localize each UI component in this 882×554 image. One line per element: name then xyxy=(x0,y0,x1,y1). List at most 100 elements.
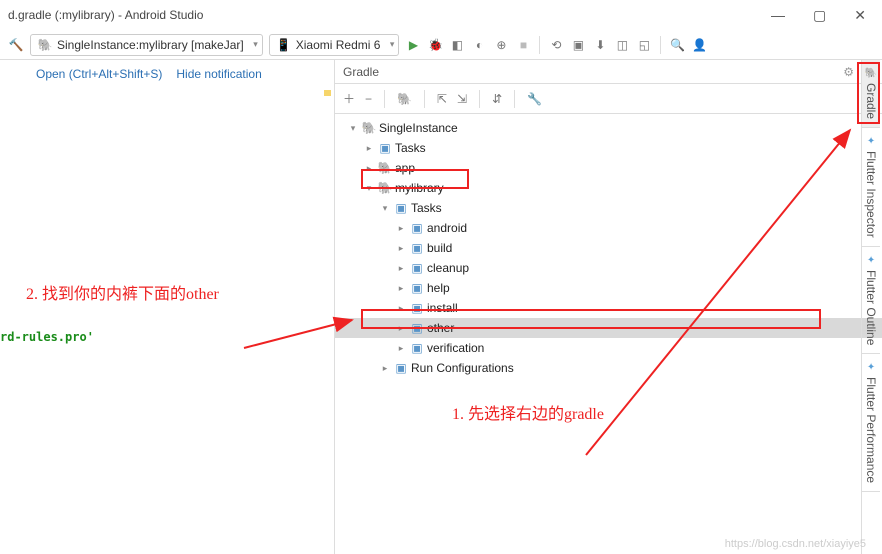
tree-node-label: app xyxy=(395,161,415,175)
gradle-toolbar: ＋ − 🐘 ⇱ ⇲ ⇵ 🔧 xyxy=(335,84,882,114)
wrench-icon[interactable]: 🔧 xyxy=(527,92,542,106)
tree-node-label: Run Configurations xyxy=(411,361,514,375)
separator xyxy=(660,36,661,54)
folder-icon: ▣ xyxy=(409,261,425,275)
tree-node[interactable]: ▸▣cleanup xyxy=(335,258,882,278)
tree-node-label: cleanup xyxy=(427,261,469,275)
close-icon[interactable]: ✕ xyxy=(854,7,866,24)
folder-icon: ▣ xyxy=(393,361,409,375)
tree-node-label: install xyxy=(427,301,458,315)
run-config-selector[interactable]: 🐘 SingleInstance:mylibrary [makeJar] xyxy=(30,34,263,56)
attach-icon[interactable]: ⊕ xyxy=(493,37,509,53)
maximize-icon[interactable]: ▢ xyxy=(813,7,826,24)
build-icon[interactable]: 🔨 xyxy=(8,37,24,53)
tree-root[interactable]: ▾ 🐘 SingleInstance xyxy=(335,118,882,138)
gradle-elephant-icon: 🐘 xyxy=(865,68,877,79)
run-icon[interactable]: ▶ xyxy=(405,37,421,53)
window-title: d.gradle (:mylibrary) - Android Studio xyxy=(8,8,771,22)
flutter-icon: ✦ xyxy=(867,255,875,266)
chevron-right-icon[interactable]: ▸ xyxy=(363,143,375,154)
gradle-elephant-icon: 🐘 xyxy=(361,121,377,135)
chevron-right-icon[interactable]: ▸ xyxy=(395,343,407,354)
tree-node[interactable]: ▸▣Tasks xyxy=(335,138,882,158)
layout-icon[interactable]: ◱ xyxy=(636,37,652,53)
device-icon: 📱 xyxy=(276,37,292,53)
gradle-elephant-icon: 🐘 xyxy=(37,37,53,53)
expand-icon[interactable]: ⇱ xyxy=(437,92,447,106)
tree-node[interactable]: ▸▣android xyxy=(335,218,882,238)
tree-node[interactable]: ▸🐘app xyxy=(335,158,882,178)
hide-notification-link[interactable]: Hide notification xyxy=(176,67,261,81)
profile-icon[interactable]: ◧ xyxy=(449,37,465,53)
notification-bar: Open (Ctrl+Alt+Shift+S) Hide notificatio… xyxy=(0,60,334,88)
device-label: Xiaomi Redmi 6 xyxy=(296,38,381,52)
title-bar: d.gradle (:mylibrary) - Android Studio —… xyxy=(0,0,882,30)
tree-node[interactable]: ▸▣build xyxy=(335,238,882,258)
tab-flutter-performance[interactable]: ✦Flutter Performance xyxy=(862,354,880,492)
chevron-right-icon[interactable]: ▸ xyxy=(395,283,407,294)
gradle-elephant-icon: 🐘 xyxy=(377,181,393,195)
chevron-right-icon[interactable]: ▸ xyxy=(395,323,407,334)
coverage-icon[interactable]: ◐ xyxy=(471,37,487,53)
gradle-tree[interactable]: ▾ 🐘 SingleInstance ▸▣Tasks▸🐘app▾🐘mylibra… xyxy=(335,114,882,382)
tree-node[interactable]: ▸▣Run Configurations xyxy=(335,358,882,378)
gradle-panel-title: Gradle xyxy=(343,65,379,79)
collapse-icon[interactable]: ⇲ xyxy=(457,92,467,106)
folder-icon: ▣ xyxy=(409,221,425,235)
chevron-right-icon[interactable]: ▸ xyxy=(395,223,407,234)
tab-flutter-inspector[interactable]: ✦Flutter Inspector xyxy=(862,128,880,247)
resource-icon[interactable]: ◫ xyxy=(614,37,630,53)
main-toolbar: 🔨 🐘 SingleInstance:mylibrary [makeJar] 📱… xyxy=(0,30,882,60)
chevron-down-icon[interactable]: ▾ xyxy=(347,123,359,134)
chevron-down-icon[interactable]: ▾ xyxy=(379,203,391,214)
folder-icon: ▣ xyxy=(377,141,393,155)
tree-node-label: verification xyxy=(427,341,484,355)
tree-node-label: mylibrary xyxy=(395,181,444,195)
tree-node[interactable]: ▸▣install xyxy=(335,298,882,318)
stop-icon[interactable]: ■ xyxy=(515,37,531,53)
tab-flutter-outline[interactable]: ✦Flutter Outline xyxy=(862,247,880,354)
right-tool-strip: 🐘Gradle ✦Flutter Inspector ✦Flutter Outl… xyxy=(861,60,882,554)
avd-icon[interactable]: ▣ xyxy=(570,37,586,53)
chevron-down-icon[interactable]: ▾ xyxy=(363,183,375,194)
tree-node[interactable]: ▸▣other xyxy=(335,318,882,338)
tree-node[interactable]: ▾🐘mylibrary xyxy=(335,178,882,198)
toggle-icon[interactable]: ⇵ xyxy=(492,92,502,106)
add-icon[interactable]: ＋ xyxy=(343,90,355,107)
debug-icon[interactable]: 🐞 xyxy=(427,37,443,53)
remove-icon[interactable]: − xyxy=(365,92,372,106)
gear-icon[interactable]: ⚙ xyxy=(843,65,854,79)
chevron-right-icon[interactable]: ▸ xyxy=(395,263,407,274)
annotation-step1: 1. 先选择右边的gradle xyxy=(452,400,604,424)
editor-gutter-marker xyxy=(324,90,331,96)
folder-icon: ▣ xyxy=(409,301,425,315)
folder-icon: ▣ xyxy=(409,241,425,255)
left-column: Open (Ctrl+Alt+Shift+S) Hide notificatio… xyxy=(0,60,334,554)
tree-node[interactable]: ▾▣Tasks xyxy=(335,198,882,218)
flutter-icon: ✦ xyxy=(867,136,875,147)
sync-icon[interactable]: ⟲ xyxy=(548,37,564,53)
open-project-link[interactable]: Open (Ctrl+Alt+Shift+S) xyxy=(36,67,162,81)
flutter-icon: ✦ xyxy=(867,362,875,373)
sdk-icon[interactable]: ⬇ xyxy=(592,37,608,53)
gradle-elephant-icon: 🐘 xyxy=(377,161,393,175)
chevron-right-icon[interactable]: ▸ xyxy=(395,243,407,254)
refresh-elephant-icon[interactable]: 🐘 xyxy=(397,92,412,106)
gradle-panel: Gradle ⚙ — ＋ − 🐘 ⇱ ⇲ ⇵ 🔧 ▾ 🐘 SingleInsta… xyxy=(334,60,882,554)
watermark: https://blog.csdn.net/xiayiye5 xyxy=(725,538,866,550)
chevron-right-icon[interactable]: ▸ xyxy=(379,363,391,374)
device-selector[interactable]: 📱 Xiaomi Redmi 6 xyxy=(269,34,400,56)
folder-icon: ▣ xyxy=(393,201,409,215)
tree-node[interactable]: ▸▣help xyxy=(335,278,882,298)
tree-node-label: help xyxy=(427,281,450,295)
chevron-right-icon[interactable]: ▸ xyxy=(395,303,407,314)
tree-root-label: SingleInstance xyxy=(379,121,458,135)
avatar-icon[interactable]: 👤 xyxy=(691,37,707,53)
tab-gradle[interactable]: 🐘Gradle xyxy=(862,60,880,128)
minimize-icon[interactable]: — xyxy=(771,7,785,24)
window-controls: — ▢ ✕ xyxy=(771,7,866,24)
search-icon[interactable]: 🔍 xyxy=(669,37,685,53)
tree-node[interactable]: ▸▣verification xyxy=(335,338,882,358)
editor-text-fragment: rd-rules.pro' xyxy=(0,330,94,344)
chevron-right-icon[interactable]: ▸ xyxy=(363,163,375,174)
